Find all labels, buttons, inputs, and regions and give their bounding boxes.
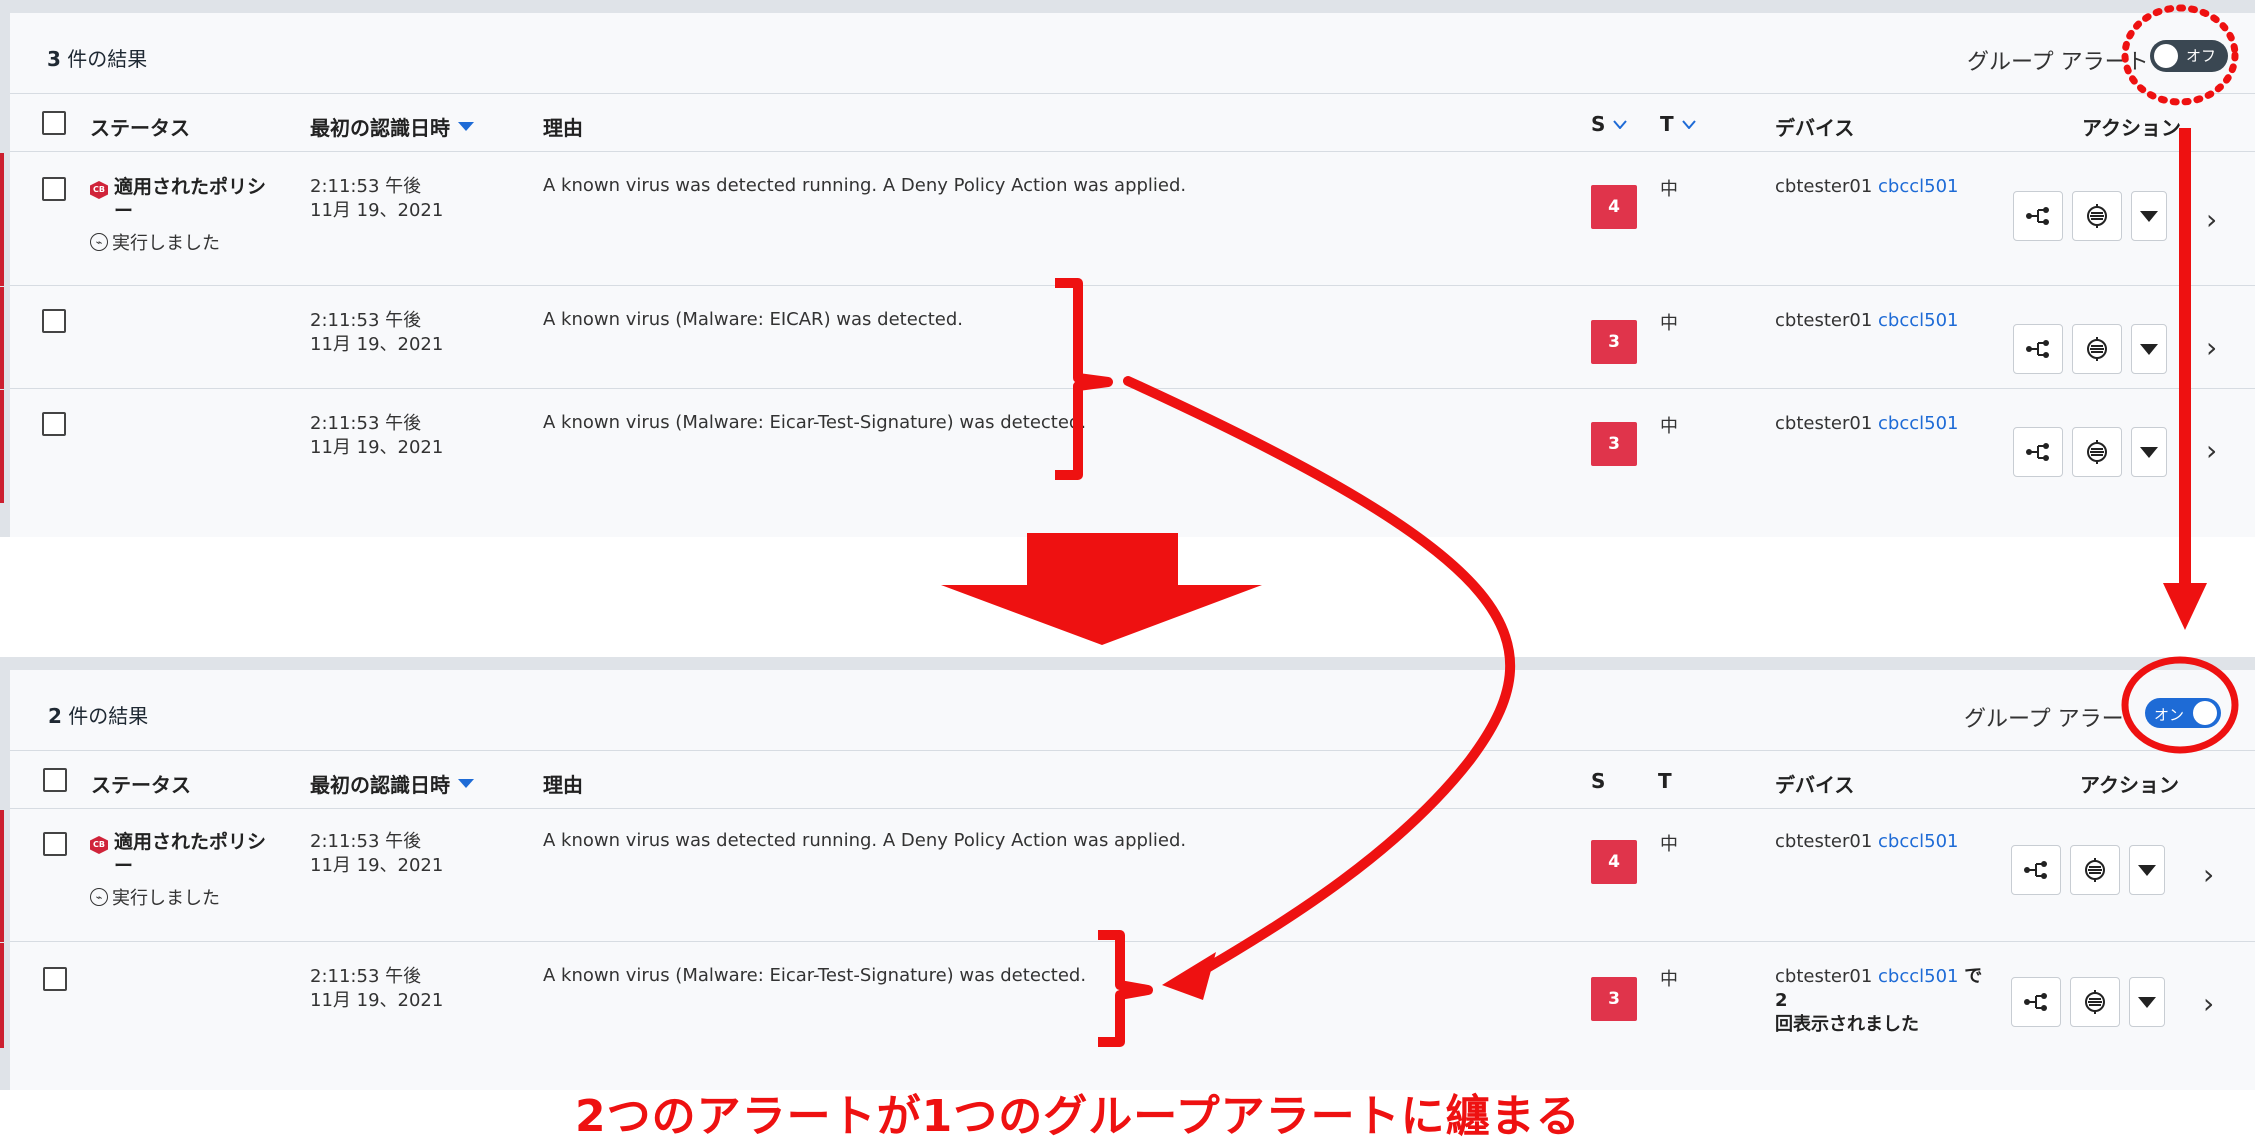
group-bracket-bottom xyxy=(1098,930,1153,1047)
stage: 3 件の結果 グループ アラート オフ ステータス 最初の認識日時 理由 S T… xyxy=(0,0,2255,1147)
merge-arrow-head xyxy=(1162,952,1216,1000)
annotation-overlay xyxy=(941,4,2239,1047)
toggle-on-highlight xyxy=(2121,656,2239,754)
toggle-arrow-head xyxy=(2163,583,2207,630)
toggle-off-highlight xyxy=(2121,4,2239,106)
group-bracket-top xyxy=(1055,278,1113,480)
merge-curve-arrow xyxy=(1123,376,1516,980)
annotation-caption: 2つのアラートが1つのグループアラートに纏まる xyxy=(575,1091,1581,1142)
down-arrow-icon xyxy=(941,533,1262,645)
